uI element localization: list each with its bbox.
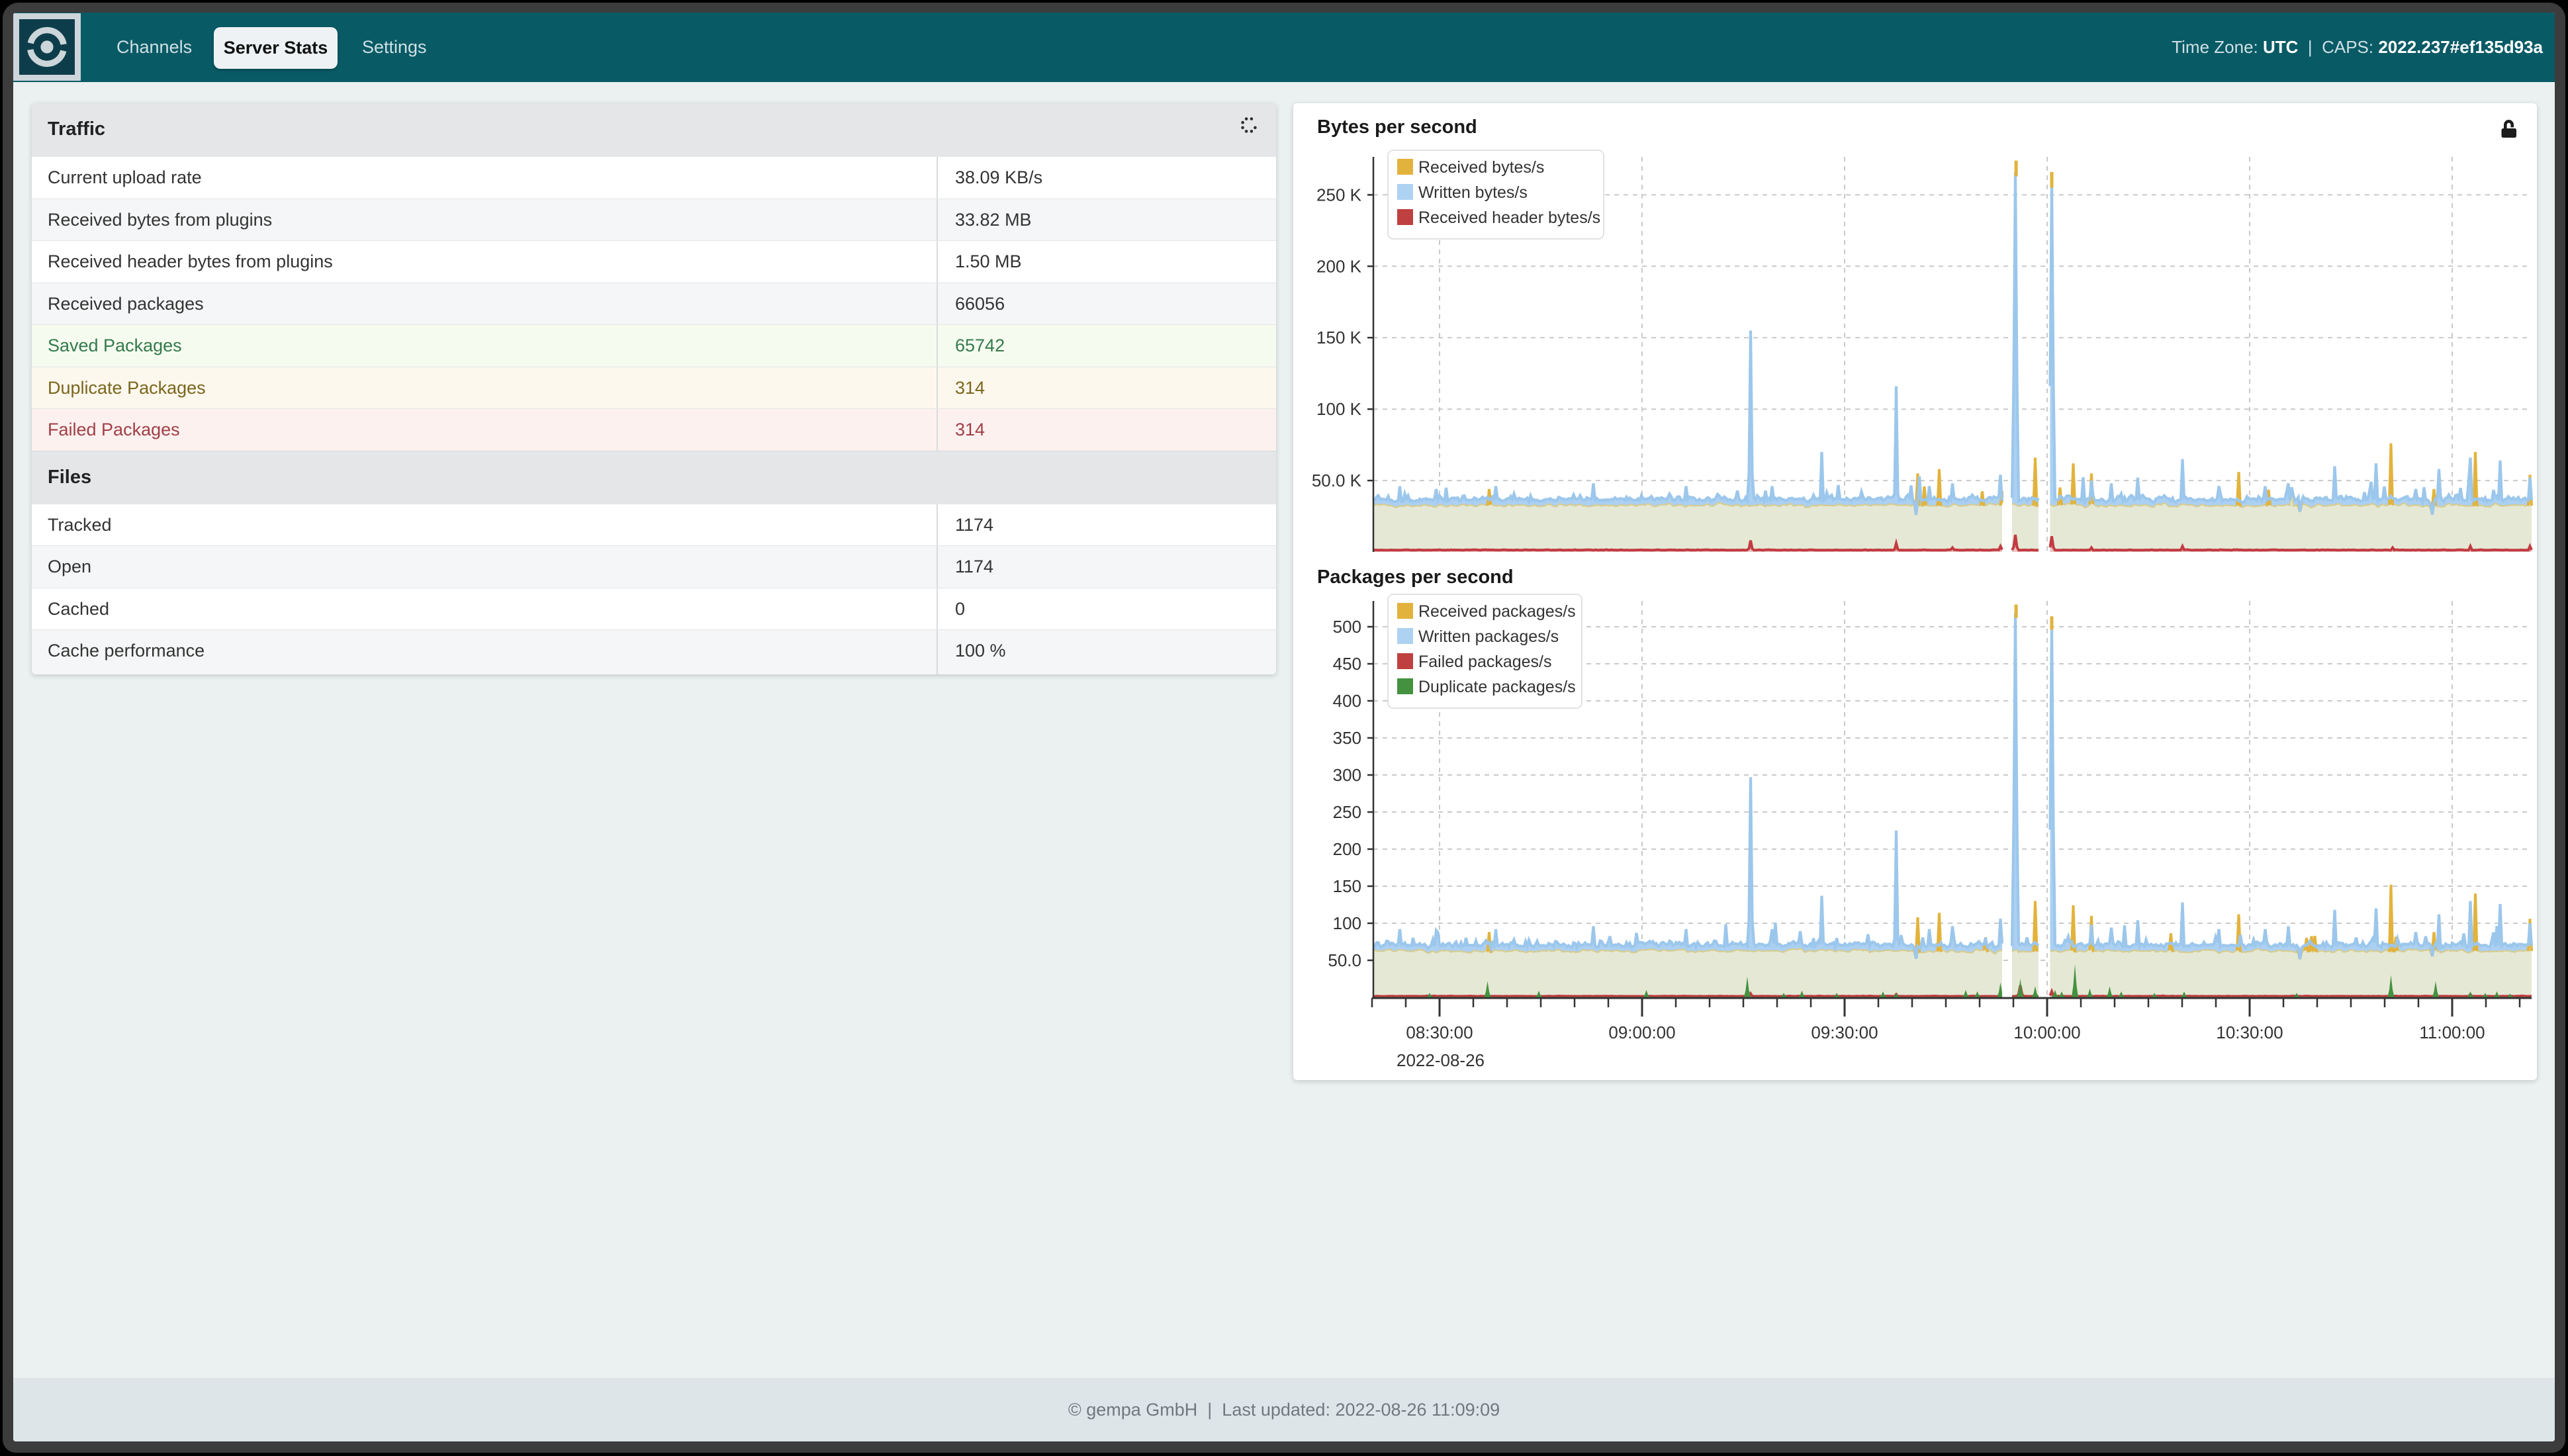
svg-text:50.0: 50.0 (1328, 950, 1361, 970)
svg-text:Received packages/s: Received packages/s (1418, 602, 1576, 621)
svg-text:10:00:00: 10:00:00 (2013, 1023, 2080, 1042)
svg-text:09:00:00: 09:00:00 (1608, 1023, 1675, 1042)
svg-text:2022-08-26: 2022-08-26 (1397, 1050, 1485, 1070)
svg-text:200: 200 (1333, 839, 1361, 859)
svg-text:400: 400 (1333, 691, 1361, 711)
svg-text:100 K: 100 K (1316, 399, 1362, 419)
svg-text:50.0 K: 50.0 K (1312, 471, 1362, 490)
svg-text:100: 100 (1333, 913, 1361, 933)
svg-text:500: 500 (1333, 617, 1361, 637)
svg-text:300: 300 (1333, 765, 1361, 785)
svg-text:11:00:00: 11:00:00 (2419, 1023, 2485, 1042)
svg-text:250 K: 250 K (1316, 185, 1362, 205)
svg-text:150: 150 (1333, 876, 1361, 896)
svg-text:Written bytes/s: Written bytes/s (1418, 183, 1528, 202)
svg-text:450: 450 (1333, 654, 1361, 674)
svg-text:Failed packages/s: Failed packages/s (1418, 653, 1552, 671)
svg-text:Written packages/s: Written packages/s (1418, 627, 1559, 646)
svg-text:350: 350 (1333, 728, 1361, 748)
svg-text:200 K: 200 K (1316, 256, 1362, 276)
svg-text:10:30:00: 10:30:00 (2216, 1023, 2283, 1042)
svg-text:09:30:00: 09:30:00 (1811, 1023, 1878, 1042)
svg-text:Received bytes/s: Received bytes/s (1418, 158, 1544, 177)
svg-text:08:30:00: 08:30:00 (1406, 1023, 1473, 1042)
svg-text:Received header bytes/s: Received header bytes/s (1418, 208, 1600, 227)
svg-text:250: 250 (1333, 802, 1361, 822)
svg-text:150 K: 150 K (1316, 328, 1362, 347)
svg-text:Duplicate packages/s: Duplicate packages/s (1418, 678, 1576, 696)
